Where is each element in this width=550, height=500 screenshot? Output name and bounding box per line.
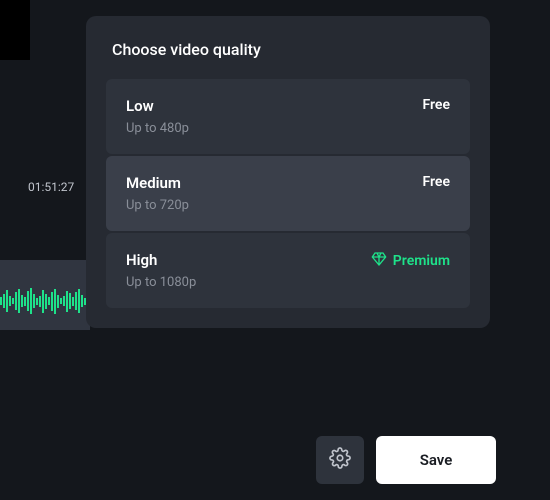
timeline-timestamp: 01:51:27 xyxy=(28,180,74,194)
video-thumbnail xyxy=(0,0,30,60)
quality-label: Low xyxy=(126,97,189,115)
quality-label: Medium xyxy=(126,174,189,192)
audio-waveform xyxy=(0,288,90,314)
quality-option-medium[interactable]: Medium Up to 720p Free xyxy=(106,156,470,231)
premium-badge-text: Premium xyxy=(393,253,450,269)
quality-desc: Up to 720p xyxy=(126,198,189,213)
quality-badge-premium: Premium xyxy=(371,251,450,271)
settings-button[interactable] xyxy=(316,436,364,484)
video-quality-modal: Choose video quality Low Up to 480p Free… xyxy=(86,16,490,328)
footer-actions: Save xyxy=(316,436,496,484)
gear-icon xyxy=(329,447,351,473)
quality-badge: Free xyxy=(423,174,451,190)
quality-label: High xyxy=(126,251,196,269)
quality-option-high[interactable]: High Up to 1080p Premium xyxy=(106,233,470,308)
quality-option-low[interactable]: Low Up to 480p Free xyxy=(106,79,470,154)
quality-options-list: Low Up to 480p Free Medium Up to 720p Fr… xyxy=(106,79,470,308)
quality-badge: Free xyxy=(423,97,451,113)
quality-desc: Up to 1080p xyxy=(126,275,196,290)
diamond-icon xyxy=(371,251,387,271)
quality-desc: Up to 480p xyxy=(126,121,189,136)
save-button[interactable]: Save xyxy=(376,436,496,484)
modal-title: Choose video quality xyxy=(106,40,470,59)
